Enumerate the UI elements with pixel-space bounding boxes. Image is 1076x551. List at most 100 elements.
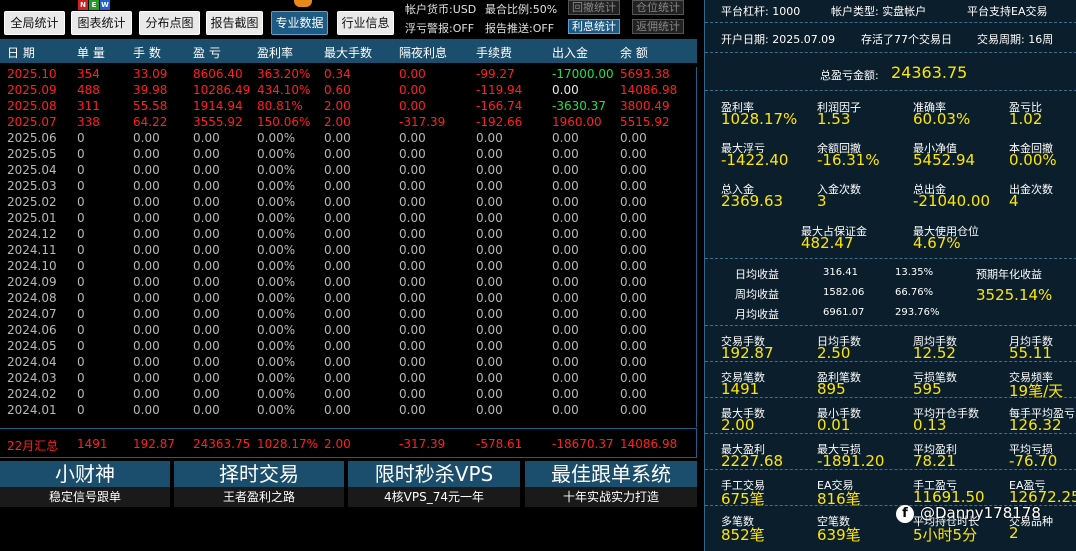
- cell-lots: 0.00: [133, 131, 160, 145]
- cell-date: 2025.05: [7, 147, 57, 161]
- cell-deposit-withdraw: 0.00: [552, 307, 579, 321]
- stat-value: -16.31%: [817, 151, 880, 169]
- cell-profit-rate: 0.00%: [257, 291, 296, 305]
- divider: [705, 258, 1076, 259]
- chart-stats-tab[interactable]: 图表统计: [71, 11, 132, 35]
- table-row[interactable]: 2025.10 354 33.09 8606.40 363.20% 0.34 0.00 -99…: [0, 67, 697, 83]
- table-row[interactable]: 2024.08 0 0.00 0.00 0.00% 0.00 0.00 0.00 0.00 0.0…: [0, 291, 697, 307]
- table-row[interactable]: 2024.09 0 0.00 0.00 0.00% 0.00 0.00 0.00 0.00 0.0…: [0, 275, 697, 291]
- table-row[interactable]: 2024.12 0 0.00 0.00 0.00% 0.00 0.00 0.00 0.00 0.0…: [0, 227, 697, 243]
- column-header-lots[interactable]: 手 数: [133, 44, 161, 61]
- column-header-profit-rate[interactable]: 盈利率: [257, 44, 293, 61]
- cell-lots: 0.00: [133, 403, 160, 417]
- banner-title: 小财神: [0, 461, 170, 487]
- cell-profit: 0.00: [193, 243, 220, 257]
- cell-orders: 0: [77, 195, 85, 209]
- table-row[interactable]: 2025.09 488 39.98 10286.49 434.10% 0.60 0.00 -1…: [0, 83, 697, 99]
- divider: [705, 22, 1076, 23]
- cell-max-lots: 0.00: [324, 275, 351, 289]
- distribution-tab[interactable]: 分布点图: [139, 11, 200, 35]
- position-stats-button[interactable]: 仓位统计: [632, 0, 684, 15]
- ad-banner[interactable]: 限时秒杀VPS 4核VPS_74元一年: [348, 461, 520, 507]
- column-header-profit[interactable]: 盈 亏: [193, 44, 221, 61]
- cell-lots: 0.00: [133, 291, 160, 305]
- table-row[interactable]: 2024.03 0 0.00 0.00 0.00% 0.00 0.00 0.00 0.00 0.0…: [0, 371, 697, 387]
- cell-lots: 0.00: [133, 195, 160, 209]
- cell-profit: 0.00: [193, 163, 220, 177]
- cell-lots: 39.98: [133, 83, 168, 97]
- cell-deposit-withdraw: 0.00: [552, 339, 579, 353]
- table-row[interactable]: 2025.04 0 0.00 0.00 0.00% 0.00 0.00 0.00 0.00 0.0…: [0, 163, 697, 179]
- cell-max-lots: 0.00: [324, 147, 351, 161]
- cell-profit-rate: 150.06%: [257, 115, 311, 129]
- column-header-date[interactable]: 日 期: [7, 44, 35, 61]
- cell-orders: 0: [77, 275, 85, 289]
- table-row[interactable]: 2024.02 0 0.00 0.00 0.00% 0.00 0.00 0.00 0.00 0.0…: [0, 387, 697, 403]
- cell-commission: 0.00: [476, 323, 503, 337]
- cell-swap: 0.00: [399, 67, 426, 81]
- table-row[interactable]: 2024.01 0 0.00 0.00 0.00% 0.00 0.00 0.00 0.00 0.0…: [0, 403, 697, 419]
- table-row[interactable]: 2025.05 0 0.00 0.00 0.00% 0.00 0.00 0.00 0.00 0.0…: [0, 147, 697, 163]
- table-row[interactable]: 2024.06 0 0.00 0.00 0.00% 0.00 0.00 0.00 0.00 0.0…: [0, 323, 697, 339]
- cell-orders: 0: [77, 291, 85, 305]
- ad-banner[interactable]: 小财神 稳定信号跟单: [0, 461, 170, 507]
- leverage-label: 平台杠杆: 1000: [721, 5, 801, 18]
- currency-label: 帐户货币:USD: [405, 3, 477, 16]
- rebate-stats-button[interactable]: 返佣统计: [632, 19, 684, 34]
- cell-swap: 0.00: [399, 179, 426, 193]
- cell-max-lots: 0.00: [324, 339, 351, 353]
- cell-date: 2024.02: [7, 387, 57, 401]
- new-badge: NEW: [78, 0, 110, 10]
- stat-value: -76.70: [1009, 452, 1058, 470]
- table-row[interactable]: 2024.11 0 0.00 0.00 0.00% 0.00 0.00 0.00 0.00 0.0…: [0, 243, 697, 259]
- column-header-max-lots[interactable]: 最大手数: [324, 44, 372, 61]
- ad-banner[interactable]: 择时交易 王者盈利之路: [174, 461, 344, 507]
- cell-date: 2024.04: [7, 355, 57, 369]
- summary-swap: -317.39: [399, 437, 446, 451]
- column-header-deposit-withdraw[interactable]: 出入金: [552, 44, 588, 61]
- overall-stats-tab[interactable]: 全局统计: [4, 11, 65, 35]
- cell-profit-rate: 363.20%: [257, 67, 311, 81]
- table-row[interactable]: 2024.07 0 0.00 0.00 0.00% 0.00 0.00 0.00 0.00 0.0…: [0, 307, 697, 323]
- column-header-orders[interactable]: 单 量: [77, 44, 105, 61]
- table-row[interactable]: 2025.08 311 55.58 1914.94 80.81% 2.00 0.00 -166…: [0, 99, 697, 115]
- ad-banner[interactable]: 最佳跟单系统 十年实战实力打造: [525, 461, 697, 507]
- cell-commission: 0.00: [476, 307, 503, 321]
- cell-profit-rate: 0.00%: [257, 243, 296, 257]
- cell-date: 2025.10: [7, 67, 57, 81]
- cell-deposit-withdraw: 0.00: [552, 355, 579, 369]
- return-amount: 6961.07: [823, 307, 865, 318]
- pro-data-tab[interactable]: 专业数据: [271, 11, 328, 35]
- table-row[interactable]: 2024.05 0 0.00 0.00 0.00% 0.00 0.00 0.00 0.00 0.0…: [0, 339, 697, 355]
- industry-info-tab[interactable]: 行业信息: [337, 11, 394, 35]
- table-row[interactable]: 2025.03 0 0.00 0.00 0.00% 0.00 0.00 0.00 0.00 0.0…: [0, 179, 697, 195]
- column-header-commission[interactable]: 手续费: [476, 44, 512, 61]
- cell-max-lots: 0.00: [324, 403, 351, 417]
- table-row[interactable]: 2025.07 338 64.22 3555.92 150.06% 2.00 -317.39…: [0, 115, 697, 131]
- ad-banners: 小财神 稳定信号跟单 择时交易 王者盈利之路 限时秒杀VPS 4核VPS_74元一年 最佳跟…: [0, 461, 697, 507]
- open-date-label: 开户日期: 2025.07.09: [721, 33, 836, 46]
- table-row[interactable]: 2025.02 0 0.00 0.00 0.00% 0.00 0.00 0.00 0.00 0.0…: [0, 195, 697, 211]
- table-row[interactable]: 2025.06 0 0.00 0.00 0.00% 0.00 0.00 0.00 0.00 0.0…: [0, 131, 697, 147]
- table-row[interactable]: 2024.04 0 0.00 0.00 0.00% 0.00 0.00 0.00 0.00 0.0…: [0, 355, 697, 371]
- cell-max-lots: 0.00: [324, 243, 351, 257]
- table-row[interactable]: 2025.01 0 0.00 0.00 0.00% 0.00 0.00 0.00 0.00 0.0…: [0, 211, 697, 227]
- column-header-swap[interactable]: 隔夜利息: [399, 44, 447, 61]
- report-screenshot-tab[interactable]: 报告截图: [206, 11, 263, 35]
- cell-balance: 0.00: [620, 179, 647, 193]
- return-label: 日均收益: [735, 268, 779, 281]
- cell-balance: 0.00: [620, 291, 647, 305]
- drawdown-stats-button[interactable]: 回撤统计: [568, 0, 620, 15]
- total-pnl-label: 总盈亏金额:: [820, 69, 879, 82]
- column-header-balance[interactable]: 余 额: [620, 44, 648, 61]
- cell-swap: 0.00: [399, 131, 426, 145]
- cell-swap: 0.00: [399, 403, 426, 417]
- stat-value: 2: [1009, 524, 1019, 542]
- table-row[interactable]: 2024.10 0 0.00 0.00 0.00% 0.00 0.00 0.00 0.00 0.0…: [0, 259, 697, 275]
- cell-balance: 14086.98: [620, 83, 678, 97]
- cell-deposit-withdraw: 0.00: [552, 227, 579, 241]
- banner-subtitle: 稳定信号跟单: [0, 487, 170, 507]
- cell-max-lots: 0.00: [324, 387, 351, 401]
- interest-stats-button[interactable]: 利息统计: [568, 19, 620, 34]
- cell-profit-rate: 434.10%: [257, 83, 311, 97]
